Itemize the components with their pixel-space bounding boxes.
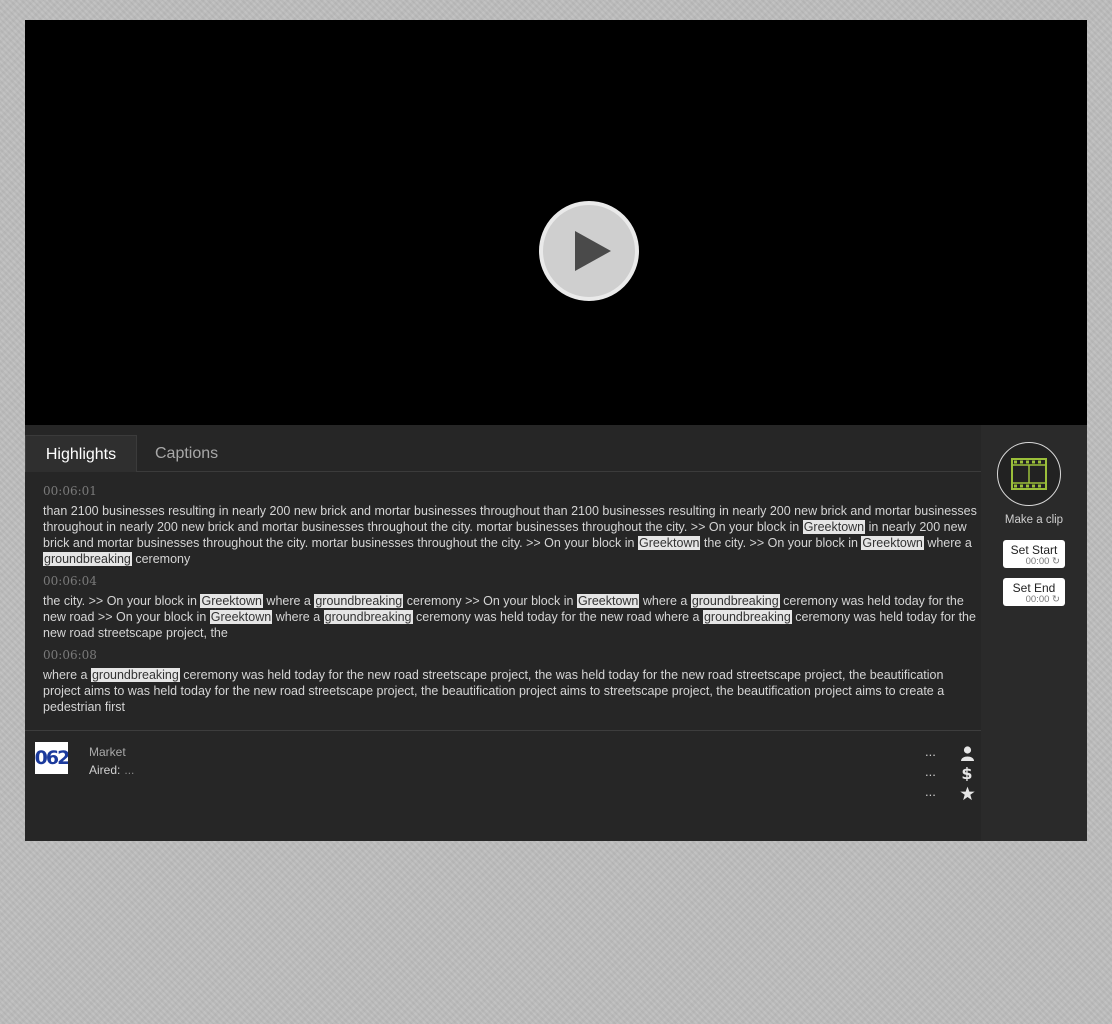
aired-row: Aired:... <box>89 763 134 777</box>
aired-value: ... <box>124 763 135 777</box>
keyword-highlight: Greektown <box>637 536 701 550</box>
value-row: ... $ <box>925 764 975 782</box>
tab-captions[interactable]: Captions <box>155 435 218 472</box>
keyword-highlight: groundbreaking <box>43 552 132 566</box>
video-area[interactable] <box>25 20 1087 425</box>
set-end-label: Set End <box>1012 581 1056 595</box>
value-value: ... <box>925 764 936 779</box>
segment-text: where a groundbreaking ceremony was held… <box>43 667 979 715</box>
play-button[interactable] <box>539 201 639 301</box>
transcript-pane: Highlights Captions 00:06:01 than 2100 bu… <box>25 425 981 841</box>
lower-panel: Highlights Captions 00:06:01 than 2100 bu… <box>25 425 1087 841</box>
caption-text: ceremony was held today for the new road… <box>412 610 703 624</box>
set-start-time-value: 00:00 <box>1025 556 1050 567</box>
tab-highlights[interactable]: Highlights <box>25 435 137 472</box>
station-logo: 062 <box>35 742 68 774</box>
refresh-icon: ↻ <box>1052 556 1060 567</box>
caption-text: where a <box>272 610 324 624</box>
caption-text: where a <box>923 536 972 550</box>
info-bar: 062 Market Aired:... ... ... $ ... <box>25 730 981 841</box>
tab-bar: Highlights Captions <box>25 435 981 472</box>
set-start-label: Set Start <box>1010 543 1058 557</box>
caption-text: where a <box>43 668 91 682</box>
segment-text: than 2100 businesses resulting in nearly… <box>43 503 979 567</box>
caption-text: ceremony <box>131 552 191 566</box>
audience-row: ... <box>925 744 975 762</box>
keyword-highlight: Greektown <box>576 594 640 608</box>
make-clip-label: Make a clip <box>1004 514 1064 526</box>
svg-text:$: $ <box>961 765 972 781</box>
caption-text: the city. >> On your block in <box>700 536 862 550</box>
aired-label: Aired: <box>89 763 121 777</box>
keyword-highlight: Greektown <box>209 610 273 624</box>
rating-row: ... <box>925 784 975 802</box>
caption-text: where a <box>639 594 691 608</box>
caption-text: the city. >> On your block in <box>43 594 201 608</box>
station-logo-text: 062 <box>35 747 68 769</box>
keyword-highlight: Greektown <box>802 520 866 534</box>
caption-text: where a <box>262 594 315 608</box>
play-icon <box>575 231 611 271</box>
film-icon <box>1011 458 1047 490</box>
segment-timestamp[interactable]: 00:06:04 <box>43 573 979 589</box>
market-label: Market <box>89 745 126 759</box>
clip-panel: Make a clip Set Start 00:00 ↻ Set End 00… <box>981 425 1087 841</box>
segment-timestamp[interactable]: 00:06:08 <box>43 647 979 663</box>
refresh-icon: ↻ <box>1052 594 1060 605</box>
set-start-button[interactable]: Set Start 00:00 ↻ <box>1003 540 1065 568</box>
transcript-segment[interactable]: 00:06:08 where a groundbreaking ceremony … <box>43 647 979 715</box>
keyword-highlight: Greektown <box>200 594 263 608</box>
set-end-button[interactable]: Set End 00:00 ↻ <box>1003 578 1065 606</box>
set-start-time: 00:00 ↻ <box>1026 556 1060 567</box>
keyword-highlight: Greektown <box>861 536 924 550</box>
keyword-highlight: groundbreaking <box>90 668 180 682</box>
segment-timestamp[interactable]: 00:06:01 <box>43 483 979 499</box>
transcript-list: 00:06:01 than 2100 businesses resulting i… <box>43 483 979 731</box>
set-end-time: 00:00 ↻ <box>1026 594 1060 605</box>
video-player: Highlights Captions 00:06:01 than 2100 bu… <box>25 20 1087 841</box>
keyword-highlight: groundbreaking <box>690 594 780 608</box>
segment-text: the city. >> On your block in Greektown … <box>43 593 979 641</box>
keyword-highlight: groundbreaking <box>702 610 792 624</box>
transcript-segment[interactable]: 00:06:04 the city. >> On your block in Gr… <box>43 573 979 641</box>
audience-value: ... <box>925 744 936 759</box>
make-clip-button[interactable] <box>997 442 1061 506</box>
set-end-time-value: 00:00 <box>1025 594 1050 605</box>
caption-text: ceremony >> On your block in <box>403 594 577 608</box>
keyword-highlight: groundbreaking <box>314 594 404 608</box>
transcript-segment[interactable]: 00:06:01 than 2100 businesses resulting i… <box>43 483 979 567</box>
rating-value: ... <box>925 784 936 799</box>
star-icon <box>959 784 975 802</box>
keyword-highlight: groundbreaking <box>323 610 413 624</box>
person-icon <box>959 744 975 762</box>
dollar-icon: $ <box>959 764 975 782</box>
